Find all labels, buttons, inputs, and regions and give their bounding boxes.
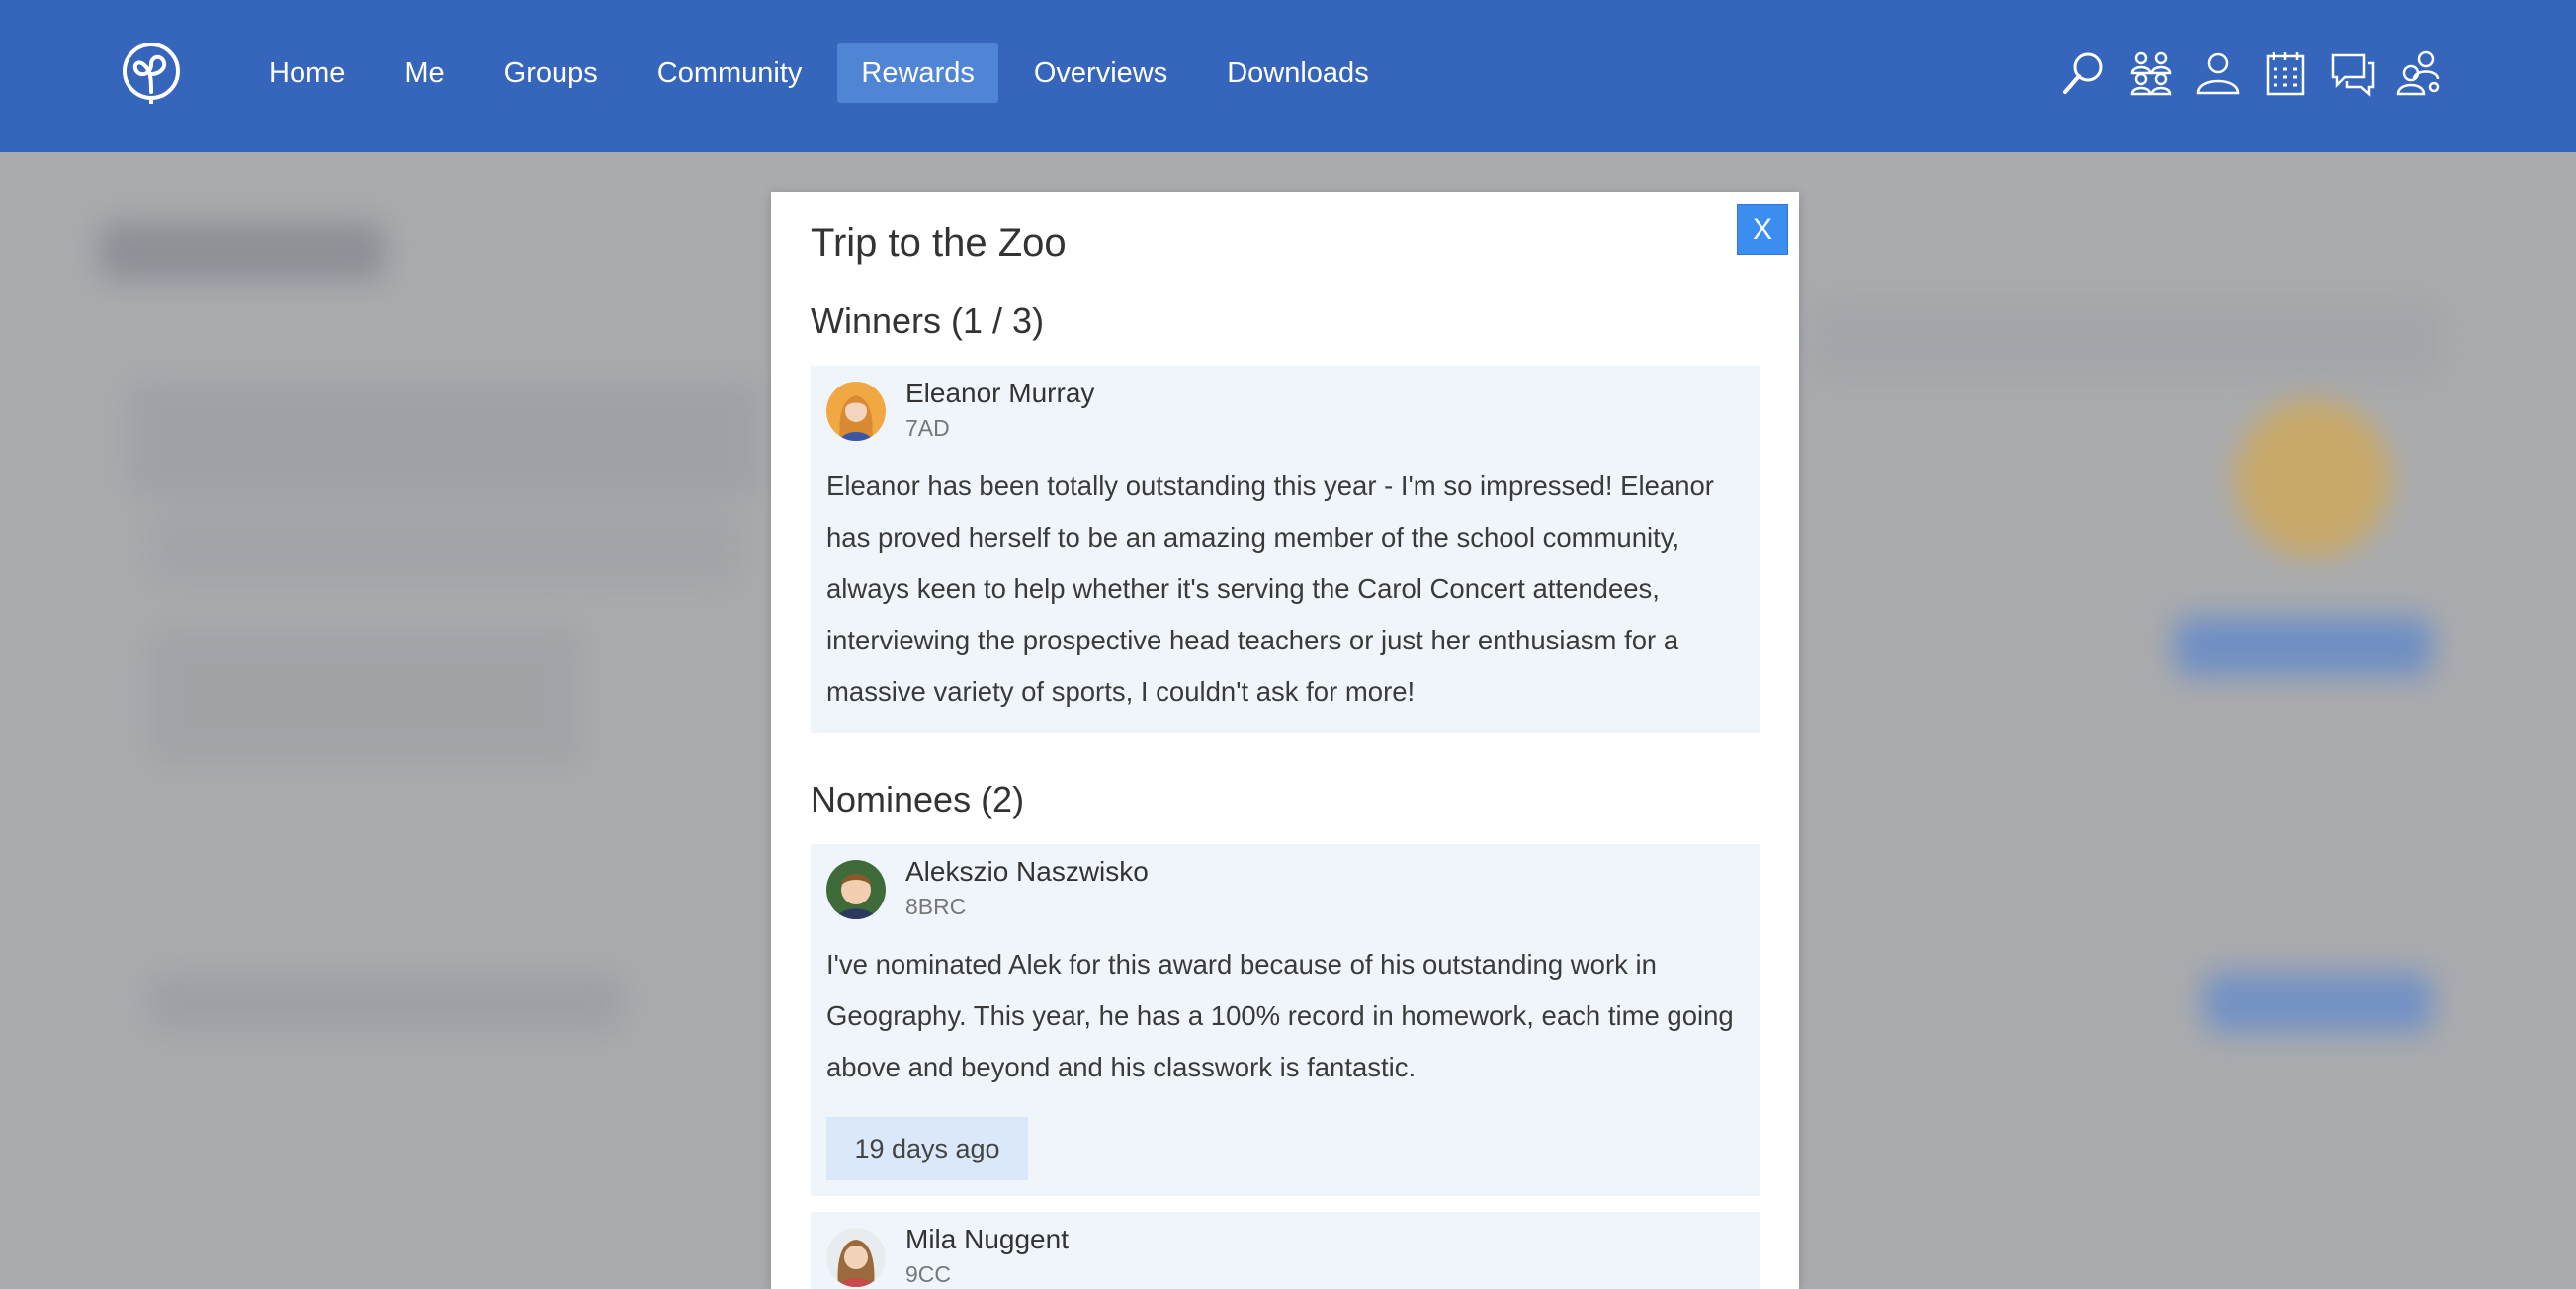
main-nav: Home Me Groups Community Rewards Overvie… <box>245 43 1405 103</box>
nominee-name: Alekszio Naszwisko <box>905 856 1149 887</box>
nav-downloads[interactable]: Downloads <box>1203 43 1392 103</box>
search-icon[interactable] <box>2060 49 2107 97</box>
avatar <box>826 1228 886 1287</box>
nominee-card: Mila Nuggent 9CC <box>811 1212 1760 1289</box>
nav-community[interactable]: Community <box>634 43 826 103</box>
close-button[interactable]: X <box>1737 204 1788 255</box>
avatar <box>826 860 886 919</box>
nominee-class: 8BRC <box>905 894 967 919</box>
nav-overviews[interactable]: Overviews <box>1010 43 1191 103</box>
winner-card: Eleanor Murray 7AD Eleanor has been tota… <box>811 366 1760 733</box>
calendar-icon[interactable] <box>2262 49 2309 97</box>
winner-name: Eleanor Murray <box>905 378 1095 408</box>
award-details-modal: X Trip to the Zoo Winners (1 / 3) Eleano… <box>771 192 1799 1289</box>
nominee-name: Mila Nuggent <box>905 1224 1069 1254</box>
groups-icon[interactable] <box>2127 49 2175 97</box>
nav-me[interactable]: Me <box>381 43 468 103</box>
app-logo-icon[interactable] <box>119 41 184 106</box>
messages-icon[interactable] <box>2329 49 2376 97</box>
users-settings-icon[interactable] <box>2396 49 2444 97</box>
nominees-heading: Nominees (2) <box>811 779 1025 819</box>
avatar <box>826 382 886 441</box>
header-icon-bar <box>2060 43 2463 103</box>
nominee-card: Alekszio Naszwisko 8BRC I've nominated A… <box>811 844 1760 1196</box>
winner-class: 7AD <box>905 415 950 441</box>
time-ago-badge: 19 days ago <box>826 1117 1028 1180</box>
winners-heading: Winners (1 / 3) <box>811 301 1045 341</box>
profile-icon[interactable] <box>2194 49 2242 97</box>
nav-home[interactable]: Home <box>245 43 369 103</box>
modal-title: Trip to the Zoo <box>811 221 1067 265</box>
winner-nomination-text: Eleanor has been totally outstanding thi… <box>826 471 1714 707</box>
nominee-class: 9CC <box>905 1261 952 1287</box>
top-navigation-bar: Home Me Groups Community Rewards Overvie… <box>0 0 2576 152</box>
nav-rewards[interactable]: Rewards <box>837 43 998 103</box>
nav-groups[interactable]: Groups <box>480 43 622 103</box>
nominee-nomination-text: I've nominated Alek for this award becau… <box>826 949 1734 1082</box>
